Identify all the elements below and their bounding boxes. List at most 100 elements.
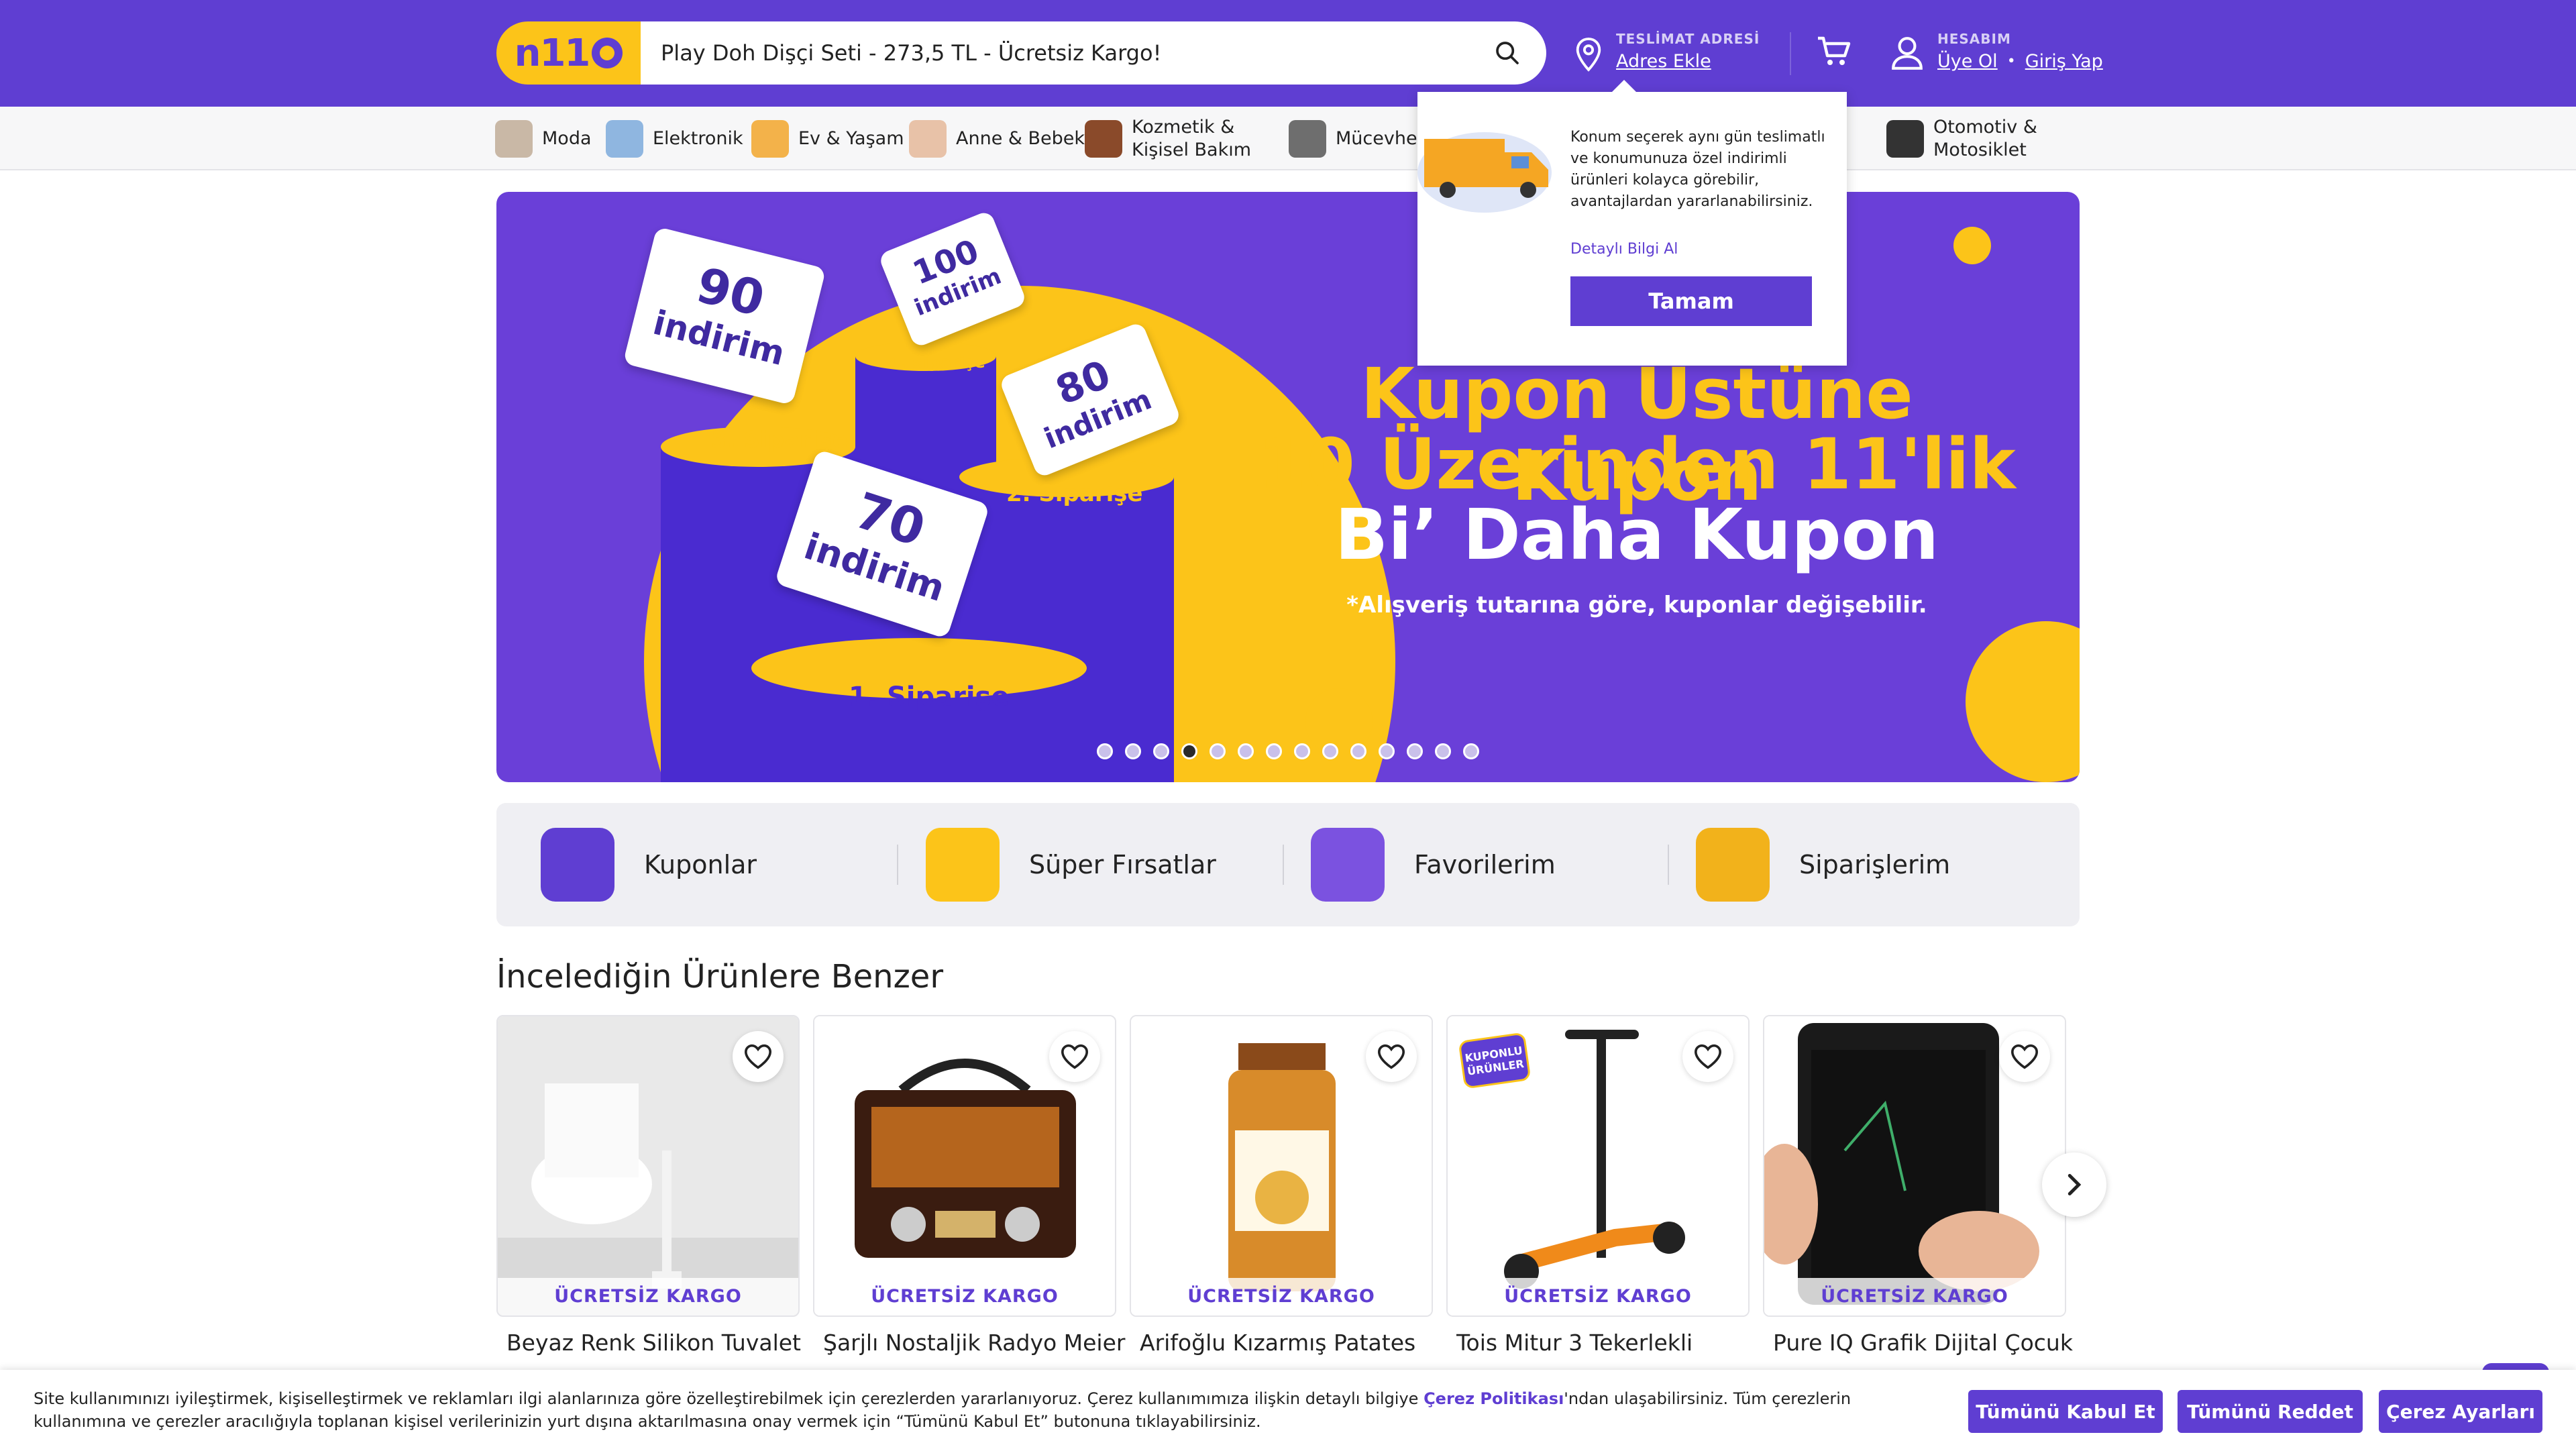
accept-all-button[interactable]: Tümünü Kabul Et xyxy=(1968,1390,2163,1433)
cookie-settings-button[interactable]: Çerez Ayarları xyxy=(2379,1390,2542,1433)
carousel-dot[interactable] xyxy=(1379,743,1395,759)
product-title[interactable]: Arifoğlu Kızarmış Patates xyxy=(1140,1330,1443,1356)
coupon-badge: KUPONLU ÜRÜNLER xyxy=(1458,1032,1532,1089)
cookie-text-start: Site kullanımınızı iyileştirmek, kişisel… xyxy=(34,1389,1424,1408)
product-card[interactable]: KUPONLU ÜRÜNLER ÜCRETSİZ KARGO xyxy=(1446,1015,1750,1317)
carousel-dot[interactable] xyxy=(1181,743,1197,759)
quick-link-kuponlar[interactable]: Kuponlar xyxy=(541,803,757,926)
heart-icon xyxy=(1061,1044,1089,1069)
orders-icon xyxy=(1696,828,1770,902)
carousel-dot[interactable] xyxy=(1153,743,1169,759)
product-title[interactable]: Tois Mitur 3 Tekerlekli xyxy=(1456,1330,1760,1356)
carousel-dot[interactable] xyxy=(1463,743,1479,759)
category-ev-yasam[interactable]: Ev & Yaşam xyxy=(751,107,904,170)
reject-all-button[interactable]: Tümünü Reddet xyxy=(2178,1390,2363,1433)
category-label-line2: Motosiklet xyxy=(1933,139,2027,160)
location-tooltip: Konum seçerek aynı gün teslimatlı ve kon… xyxy=(1417,80,1847,366)
product-card[interactable]: ÜCRETSİZ KARGO xyxy=(813,1015,1116,1317)
favorite-button[interactable] xyxy=(733,1031,784,1082)
delivery-truck-icon xyxy=(1417,132,1552,213)
signup-link[interactable]: Üye Ol xyxy=(1937,51,1998,72)
search-input[interactable] xyxy=(661,21,1452,85)
heart-icon xyxy=(1377,1044,1405,1069)
category-kozmetik[interactable]: Kozmetik & Kişisel Bakım xyxy=(1085,107,1251,170)
category-label: Anne & Bebek xyxy=(956,128,1085,149)
product-title[interactable]: Beyaz Renk Silikon Tuvalet xyxy=(506,1330,810,1356)
quick-link-label: Kuponlar xyxy=(644,850,757,879)
quick-link-divider xyxy=(1283,845,1284,885)
product-title[interactable]: Pure IQ Grafik Dijital Çocuk xyxy=(1773,1330,2076,1356)
product-title[interactable]: Şarjlı Nostaljik Radyo Meier xyxy=(823,1330,1126,1356)
product-card[interactable]: ÜCRETSİZ KARGO xyxy=(1130,1015,1433,1317)
favorite-button[interactable] xyxy=(1366,1031,1417,1082)
quick-link-siparislerim[interactable]: Siparişlerim xyxy=(1696,803,1950,926)
category-label: Ev & Yaşam xyxy=(798,128,904,149)
cookie-policy-link[interactable]: Çerez Politikası xyxy=(1424,1389,1564,1408)
electronics-icon xyxy=(606,119,643,158)
location-pin-icon xyxy=(1576,38,1601,72)
super-deals-icon xyxy=(926,828,1000,902)
favorite-button[interactable] xyxy=(1049,1031,1100,1082)
product-card[interactable]: ÜCRETSİZ KARGO xyxy=(1763,1015,2066,1317)
carousel-dot[interactable] xyxy=(1322,743,1338,759)
category-bar: Moda Elektronik Ev & Yaşam Anne & Bebek … xyxy=(0,107,2576,170)
free-shipping-label: ÜCRETSİZ KARGO xyxy=(1131,1278,1432,1316)
product-card[interactable]: ÜCRETSİZ KARGO xyxy=(496,1015,800,1317)
quick-link-super-firsatlar[interactable]: Süper Fırsatlar xyxy=(926,803,1216,926)
login-link[interactable]: Giriş Yap xyxy=(2025,51,2103,72)
category-mucevher[interactable]: Mücevher xyxy=(1289,107,1425,170)
baby-icon xyxy=(909,119,947,158)
delivery-address[interactable]: TESLİMAT ADRESİ Adres Ekle xyxy=(1573,31,1760,72)
cosmetics-icon xyxy=(1085,119,1122,158)
top-header: n11 TESLİMAT ADRESİ Adres Ekle HESABIM Ü… xyxy=(0,0,2576,107)
banner-subtitle: *Alışveriş tutarına göre, kuponlar değiş… xyxy=(1346,592,1927,619)
heart-icon xyxy=(744,1044,772,1069)
step-label: 4. Siparişe xyxy=(889,353,985,372)
user-icon[interactable] xyxy=(1890,35,1924,71)
link-separator: • xyxy=(2006,53,2016,70)
category-label: Otomotiv & xyxy=(1933,116,2037,138)
search-icon[interactable] xyxy=(1494,40,1521,66)
free-shipping-label: ÜCRETSİZ KARGO xyxy=(1448,1278,1748,1316)
add-address-link[interactable]: Adres Ekle xyxy=(1616,51,1760,72)
category-anne-bebek[interactable]: Anne & Bebek xyxy=(909,107,1085,170)
chevron-right-icon xyxy=(2068,1174,2082,1195)
logo-text: n11 xyxy=(514,31,591,75)
carousel-dot[interactable] xyxy=(1266,743,1282,759)
category-elektronik[interactable]: Elektronik xyxy=(606,107,743,170)
automotive-icon xyxy=(1886,119,1924,158)
coupon-icon xyxy=(541,828,614,902)
cookie-banner: Site kullanımınızı iyileştirmek, kişisel… xyxy=(0,1370,2576,1449)
tooltip-ok-button[interactable]: Tamam xyxy=(1570,276,1812,326)
account-menu: HESABIM Üye Ol • Giriş Yap xyxy=(1890,31,2103,72)
carousel-dot[interactable] xyxy=(1125,743,1141,759)
category-otomotiv[interactable]: Otomotiv & Motosiklet xyxy=(1886,107,2037,170)
jewelry-icon xyxy=(1289,119,1326,158)
carousel-dot[interactable] xyxy=(1294,743,1310,759)
carousel-dot[interactable] xyxy=(1350,743,1366,759)
quick-link-divider xyxy=(897,845,898,885)
carousel-dot[interactable] xyxy=(1238,743,1254,759)
favorite-button[interactable] xyxy=(1682,1031,1733,1082)
carousel-dot[interactable] xyxy=(1435,743,1451,759)
cookie-text: Site kullanımınızı iyileştirmek, kişisel… xyxy=(34,1387,1945,1433)
carousel-dot[interactable] xyxy=(1407,743,1423,759)
category-label: Kozmetik & xyxy=(1132,116,1235,138)
tooltip-more-link[interactable]: Detaylı Bilgi Al xyxy=(1570,241,1678,258)
section-title: İncelediğin Ürünlere Benzer xyxy=(496,958,944,996)
quick-link-favorilerim[interactable]: Favorilerim xyxy=(1311,803,1556,926)
address-label: TESLİMAT ADRESİ xyxy=(1616,31,1760,47)
heart-icon xyxy=(1694,1044,1722,1069)
carousel-next-button[interactable] xyxy=(2042,1152,2106,1217)
carousel-dot[interactable] xyxy=(1097,743,1113,759)
cart-icon[interactable] xyxy=(1817,35,1851,68)
category-label: Moda xyxy=(542,128,592,149)
banner-title-line3: Bi’ Daha Kupon xyxy=(1334,494,1939,576)
carousel-dot[interactable] xyxy=(1210,743,1226,759)
account-label: HESABIM xyxy=(1937,31,2011,47)
free-shipping-label: ÜCRETSİZ KARGO xyxy=(498,1278,798,1316)
n11-logo[interactable]: n11 xyxy=(496,21,641,85)
favorite-button[interactable] xyxy=(1999,1031,2050,1082)
category-moda[interactable]: Moda xyxy=(495,107,592,170)
free-shipping-label: ÜCRETSİZ KARGO xyxy=(814,1278,1115,1316)
